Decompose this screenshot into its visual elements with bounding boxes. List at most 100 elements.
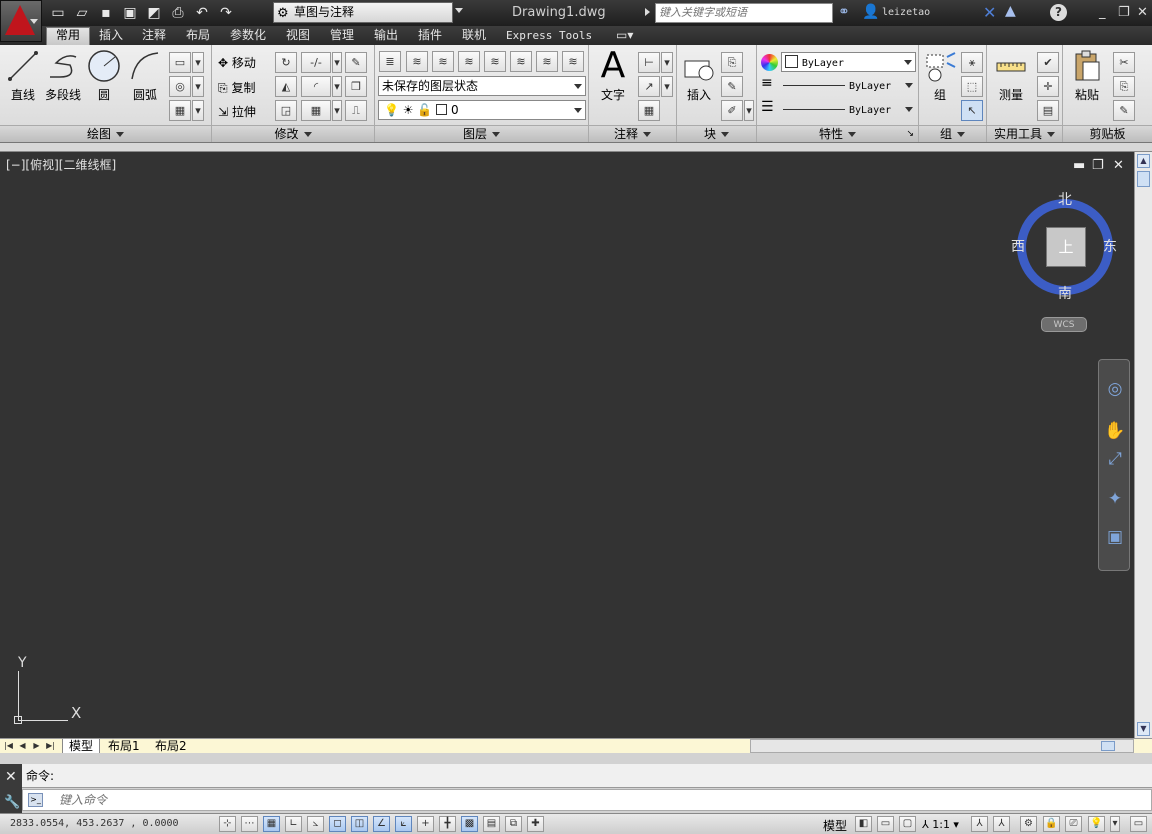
group-tool[interactable]: 组	[922, 49, 958, 103]
prev-tab-icon[interactable]: ◀	[17, 740, 28, 752]
linetype-dropdown[interactable]: ByLayer	[781, 76, 916, 96]
tab-parametric[interactable]: 参数化	[230, 28, 266, 43]
close-icon[interactable]: ✕	[1113, 158, 1124, 173]
line-tool[interactable]: 直线	[5, 49, 41, 103]
text-tool[interactable]: A 文字	[595, 48, 631, 103]
chevron-down-icon[interactable]: ▾	[332, 52, 342, 73]
viewcube-top-face[interactable]: 上	[1046, 227, 1086, 267]
copy-tool[interactable]: ⎘ 复制	[218, 79, 255, 96]
binoculars-icon[interactable]: ⚭	[838, 4, 850, 20]
infer-constraints-icon[interactable]: ⊹	[219, 816, 236, 832]
lock-icon[interactable]: 🔒	[1043, 816, 1060, 832]
minimize-icon[interactable]: _	[1099, 5, 1106, 20]
tab-manage[interactable]: 管理	[330, 28, 354, 43]
leader-icon[interactable]: ↗	[638, 76, 660, 97]
layer-freeze-icon[interactable]: ≋	[458, 51, 480, 72]
lineweight-icon[interactable]: ☰	[761, 100, 777, 114]
ortho-mode-icon[interactable]: ∟	[285, 816, 302, 832]
cut-icon[interactable]: ✂	[1113, 52, 1135, 73]
ribbon-display-toggle[interactable]: ▭▾	[616, 28, 633, 43]
open-file-icon[interactable]: ▱	[72, 3, 92, 23]
annotation-panel-title[interactable]: 注释	[589, 125, 676, 142]
drawing-canvas[interactable]: [−][俯视][二维线框] ▬ ❐ ✕	[0, 152, 1134, 738]
hatch-icon[interactable]: ▦	[169, 100, 191, 121]
scroll-up-icon[interactable]: ▲	[1137, 154, 1150, 168]
tab-annotate[interactable]: 注释	[142, 28, 166, 43]
dimension-icon[interactable]: ⊢	[638, 52, 660, 73]
chevron-down-icon[interactable]: ▾	[192, 52, 204, 73]
transparency-icon[interactable]: ▩	[461, 816, 478, 832]
restore-icon[interactable]: ❐	[1118, 5, 1130, 20]
tab-layout[interactable]: 布局	[186, 28, 210, 43]
layer-lock-icon[interactable]: ≋	[562, 51, 584, 72]
calculator-icon[interactable]: ▤	[1037, 100, 1059, 121]
viewcube-west[interactable]: 西	[1011, 236, 1025, 256]
viewcube-north[interactable]: 北	[1058, 189, 1072, 209]
layer-stack-icon[interactable]: ≋	[406, 51, 428, 72]
clean-screen-icon[interactable]: ▭	[1130, 816, 1147, 832]
scroll-down-icon[interactable]: ▼	[1137, 722, 1150, 736]
viewcube-east[interactable]: 东	[1103, 236, 1117, 256]
next-tab-icon[interactable]: ▶	[31, 740, 42, 752]
layer-match-icon[interactable]: ≋	[484, 51, 506, 72]
color-wheel-icon[interactable]	[761, 54, 778, 71]
first-tab-icon[interactable]: |◀	[3, 740, 14, 752]
zoom-icon[interactable]: ⤢	[1104, 448, 1126, 470]
scroll-thumb[interactable]	[1101, 741, 1115, 751]
erase-icon[interactable]: ✎	[345, 52, 367, 73]
search-input[interactable]	[655, 3, 833, 23]
polyline-tool[interactable]: 多段线	[43, 49, 83, 103]
save-as-icon[interactable]: ▣	[120, 3, 140, 23]
viewcube-south[interactable]: 南	[1058, 283, 1072, 303]
table-icon[interactable]: ▦	[638, 100, 660, 121]
measure-tool[interactable]: 测量	[991, 49, 1031, 103]
restore-icon[interactable]: ❐	[1092, 158, 1104, 173]
draw-panel-title[interactable]: 绘图	[0, 125, 211, 142]
auto-scale-icon[interactable]: ⅄	[993, 816, 1010, 832]
ellipse-icon[interactable]: ◎	[169, 76, 191, 97]
help-icon[interactable]: ?	[1050, 4, 1067, 21]
layer-change-icon[interactable]: ≋	[510, 51, 532, 72]
workspace-switching-icon[interactable]: ⚙	[1020, 816, 1037, 832]
lineweight-dropdown[interactable]: ByLayer	[781, 100, 916, 120]
rectangle-icon[interactable]: ▭	[169, 52, 191, 73]
quick-view-layouts-icon[interactable]: ◧	[855, 816, 872, 832]
edit-attributes-icon[interactable]: ✐	[721, 100, 743, 121]
copy-icon[interactable]: ⎘	[1113, 76, 1135, 97]
autodesk-360-icon[interactable]: ▲	[1005, 3, 1016, 19]
minimize-icon[interactable]: ▬	[1073, 158, 1085, 173]
selection-cycling-icon[interactable]: ⧉	[505, 816, 522, 832]
match-properties-icon[interactable]: ✎	[1113, 100, 1135, 121]
tab-layout1[interactable]: 布局1	[102, 739, 146, 754]
chevron-down-icon[interactable]: ▾	[1110, 816, 1120, 832]
vertical-scrollbar[interactable]: ▲ ▼	[1134, 152, 1152, 738]
model-space-toggle[interactable]: 模型	[823, 817, 847, 834]
dynamic-ucs-icon[interactable]: ⟀	[395, 816, 412, 832]
layer-dropdown[interactable]: 💡 ☀ 🔓 0	[378, 100, 586, 120]
polar-tracking-icon[interactable]: ⦣	[307, 816, 324, 832]
chevron-down-icon[interactable]: ▾	[192, 100, 204, 121]
steering-wheel-icon[interactable]: ◎	[1104, 378, 1126, 400]
last-tab-icon[interactable]: ▶|	[45, 740, 56, 752]
exchange-icon[interactable]: ✕	[983, 3, 996, 22]
chevron-down-icon[interactable]	[455, 8, 463, 13]
id-point-icon[interactable]: ✛	[1037, 76, 1059, 97]
application-menu-button[interactable]	[0, 0, 42, 42]
color-dropdown[interactable]: ByLayer	[781, 52, 916, 72]
object-snap-icon[interactable]: ◻	[329, 816, 346, 832]
object-snap-tracking-icon[interactable]: ∠	[373, 816, 390, 832]
tab-insert[interactable]: 插入	[99, 28, 123, 43]
create-block-icon[interactable]: ⎘	[721, 52, 743, 73]
group-panel-title[interactable]: 组	[919, 125, 986, 142]
horizontal-scrollbar[interactable]	[750, 739, 1134, 753]
block-panel-title[interactable]: 块	[677, 125, 756, 142]
annotation-monitor-icon[interactable]: ✚	[527, 816, 544, 832]
circle-tool[interactable]: 圆	[86, 49, 122, 103]
linetype-icon[interactable]: ≡	[761, 76, 777, 90]
offset-icon[interactable]: ⎍	[345, 100, 367, 121]
utilities-panel-title[interactable]: 实用工具	[987, 125, 1062, 142]
recent-commands-icon[interactable]: >_	[28, 793, 43, 807]
array-icon[interactable]: ▦	[301, 100, 331, 121]
chevron-down-icon[interactable]: ▾	[332, 76, 342, 97]
publish-icon[interactable]: ◩	[144, 3, 164, 23]
